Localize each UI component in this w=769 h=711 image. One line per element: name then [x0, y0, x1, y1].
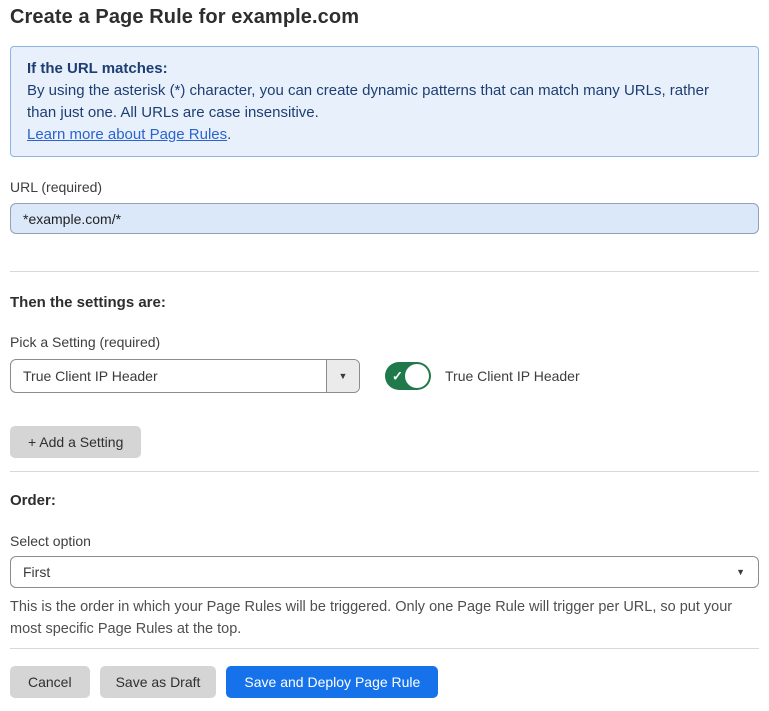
- chevron-down-icon: ▼: [339, 371, 348, 381]
- divider: [10, 471, 759, 472]
- chevron-down-icon: ▼: [736, 567, 745, 577]
- actions-row: Cancel Save as Draft Save and Deploy Pag…: [10, 666, 759, 698]
- order-select-label: Select option: [10, 533, 759, 549]
- save-and-deploy-button[interactable]: Save and Deploy Page Rule: [226, 666, 438, 698]
- toggle-label: True Client IP Header: [445, 368, 580, 384]
- cancel-button[interactable]: Cancel: [10, 666, 90, 698]
- add-setting-button[interactable]: + Add a Setting: [10, 426, 141, 458]
- info-box-body: By using the asterisk (*) character, you…: [27, 80, 742, 124]
- divider: [10, 648, 759, 649]
- setting-row: True Client IP Header ▼ ✓ True Client IP…: [10, 359, 759, 393]
- toggle-knob: [405, 364, 429, 388]
- link-suffix: .: [227, 126, 231, 143]
- url-field-label: URL (required): [10, 179, 759, 195]
- setting-select-caret-button[interactable]: ▼: [326, 360, 359, 392]
- learn-more-link[interactable]: Learn more about Page Rules: [27, 126, 227, 143]
- page-title: Create a Page Rule for example.com: [10, 6, 759, 29]
- setting-select[interactable]: True Client IP Header ▼: [10, 359, 360, 393]
- pick-setting-label: Pick a Setting (required): [10, 334, 759, 350]
- divider: [10, 271, 759, 272]
- settings-section-heading: Then the settings are:: [10, 294, 759, 311]
- order-select[interactable]: First ▼: [10, 556, 759, 588]
- true-client-ip-toggle[interactable]: ✓: [385, 362, 431, 390]
- info-box-heading: If the URL matches:: [27, 58, 742, 80]
- url-input[interactable]: [10, 203, 759, 234]
- setting-select-value: True Client IP Header: [11, 360, 326, 392]
- url-match-info-box: If the URL matches: By using the asteris…: [10, 46, 759, 157]
- info-link-line: Learn more about Page Rules.: [27, 124, 742, 146]
- check-icon: ✓: [392, 370, 403, 383]
- create-page-rule-form: Create a Page Rule for example.com If th…: [0, 0, 769, 711]
- save-as-draft-button[interactable]: Save as Draft: [100, 666, 217, 698]
- order-section-heading: Order:: [10, 492, 759, 509]
- order-help-text: This is the order in which your Page Rul…: [10, 596, 750, 640]
- toggle-wrap: ✓ True Client IP Header: [385, 362, 580, 390]
- order-select-value: First: [23, 564, 50, 580]
